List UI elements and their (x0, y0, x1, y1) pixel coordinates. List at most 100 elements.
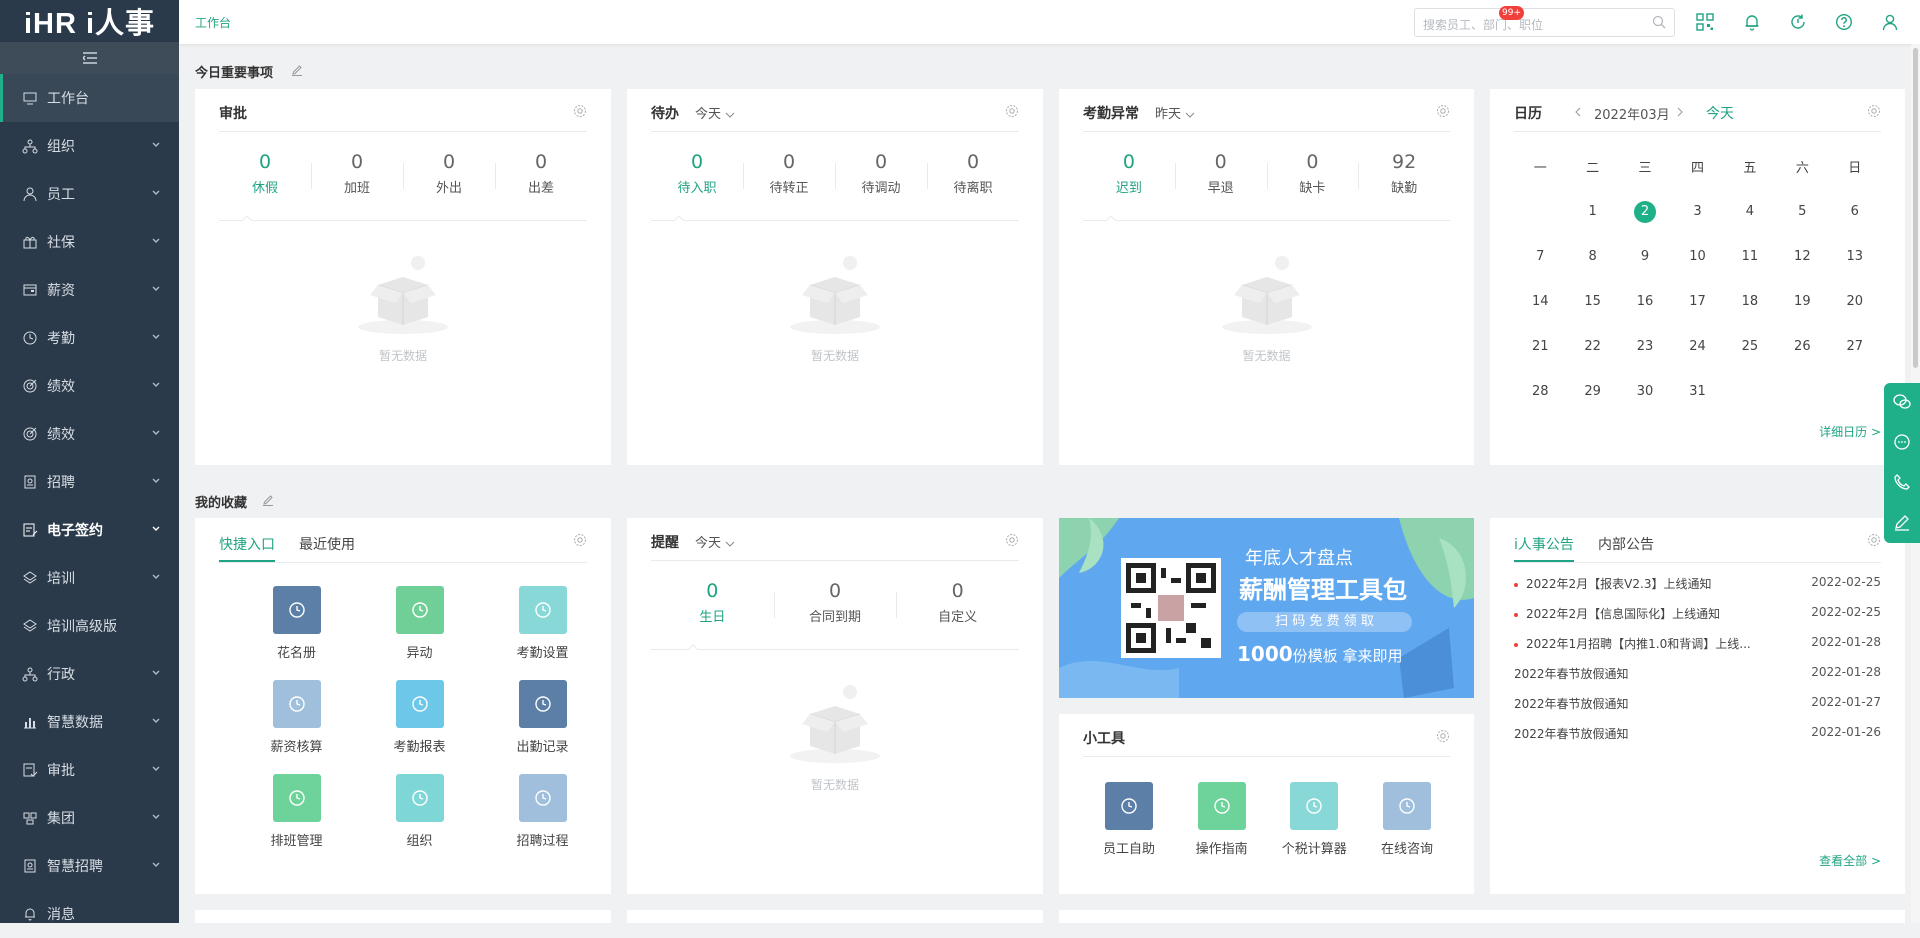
quick-entry-item[interactable]: 异动 (358, 586, 481, 661)
sidebar-item[interactable]: 招聘 (0, 458, 179, 506)
sidebar-item[interactable]: 工作台 (0, 74, 179, 122)
calendar-day[interactable]: 26 (1776, 339, 1828, 354)
calendar-day[interactable]: 8 (1566, 249, 1618, 264)
sidebar-item[interactable]: 审批 (0, 746, 179, 794)
calendar-day[interactable]: 12 (1776, 249, 1828, 264)
tab-recent[interactable]: 最近使用 (299, 534, 355, 554)
stat-item[interactable]: 0 自定义 (896, 580, 1019, 630)
notice-item[interactable]: 2022年春节放假通知 2022-01-27 (1514, 695, 1881, 715)
quick-entry-item[interactable]: 出勤记录 (481, 680, 604, 755)
calendar-day[interactable]: 6 (1829, 204, 1881, 219)
calendar-day[interactable]: 30 (1619, 384, 1671, 399)
tool-item[interactable]: 操作指南 (1176, 782, 1268, 857)
feedback-edit-icon[interactable] (1893, 513, 1911, 531)
sidebar-item[interactable]: 绩效 (0, 362, 179, 410)
sidebar-item[interactable]: 消息 (0, 890, 179, 938)
calendar-day[interactable]: 4 (1724, 204, 1776, 219)
gear-icon[interactable] (1436, 104, 1450, 118)
quick-entry-item[interactable]: 组织 (358, 774, 481, 849)
notice-item[interactable]: 2022年1月招聘【内推1.0和背调】上线... 2022-01-28 (1514, 635, 1881, 655)
sidebar-collapse-button[interactable] (0, 42, 179, 74)
stat-item[interactable]: 0 待入职 (651, 151, 743, 201)
calendar-day[interactable]: 22 (1566, 339, 1618, 354)
sidebar-item[interactable]: 行政 (0, 650, 179, 698)
tab-internal-notice[interactable]: 内部公告 (1598, 534, 1654, 554)
stat-item[interactable]: 0 待转正 (743, 151, 835, 201)
tab-quick-entry[interactable]: 快捷入口 (219, 534, 275, 554)
tool-item[interactable]: 个税计算器 (1268, 782, 1360, 857)
quick-entry-item[interactable]: 花名册 (235, 586, 358, 661)
tool-item[interactable]: 员工自助 (1083, 782, 1175, 857)
sidebar-item[interactable]: 智慧招聘 (0, 842, 179, 890)
stat-item[interactable]: 0 早退 (1174, 151, 1267, 201)
qrcode-icon[interactable] (1696, 13, 1714, 31)
gear-icon[interactable] (1867, 533, 1881, 547)
sidebar-item[interactable]: 薪资 (0, 266, 179, 314)
calendar-day[interactable]: 21 (1514, 339, 1566, 354)
tool-item[interactable]: 在线咨询 (1361, 782, 1453, 857)
phone-icon[interactable] (1893, 473, 1911, 491)
notice-item[interactable]: 2022年春节放假通知 2022-01-28 (1514, 665, 1881, 685)
gear-icon[interactable] (573, 533, 587, 547)
calendar-day[interactable]: 25 (1724, 339, 1776, 354)
notice-item[interactable]: 2022年春节放假通知 2022-01-26 (1514, 725, 1881, 745)
attendance-range-dropdown[interactable]: 昨天 (1155, 103, 1195, 122)
gear-icon[interactable] (1005, 533, 1019, 547)
stat-item[interactable]: 0 迟到 (1083, 151, 1175, 201)
chat-icon[interactable] (1893, 433, 1911, 451)
stat-item[interactable]: 0 生日 (651, 580, 774, 630)
calendar-day[interactable]: 14 (1514, 294, 1566, 309)
calendar-day[interactable]: 9 (1619, 249, 1671, 264)
promo-banner[interactable]: 年底人才盘点 薪酬管理工具包 扫 码 免 费 领 取 1000份模板 拿来即用 (1059, 518, 1474, 698)
stat-item[interactable]: 0 外出 (403, 151, 495, 201)
scrollbar-thumb[interactable] (1913, 48, 1918, 368)
sidebar-item[interactable]: 培训高级版 (0, 602, 179, 650)
calendar-day[interactable]: 28 (1514, 384, 1566, 399)
quick-entry-item[interactable]: 薪资核算 (235, 680, 358, 755)
view-all-link[interactable]: 查看全部 > (1819, 852, 1881, 869)
gear-icon[interactable] (573, 104, 587, 118)
calendar-day[interactable]: 16 (1619, 294, 1671, 309)
sidebar-item[interactable]: 社保 (0, 218, 179, 266)
calendar-day[interactable]: 31 (1671, 384, 1723, 399)
calendar-day[interactable]: 2 (1619, 200, 1671, 223)
quick-entry-item[interactable]: 排班管理 (235, 774, 358, 849)
reminder-range-dropdown[interactable]: 今天 (695, 532, 735, 551)
edit-icon[interactable] (291, 64, 303, 76)
quick-entry-item[interactable]: 考勤报表 (358, 680, 481, 755)
gear-icon[interactable] (1436, 729, 1450, 743)
sidebar-item[interactable]: 培训 (0, 554, 179, 602)
calendar-day[interactable]: 7 (1514, 249, 1566, 264)
calendar-day[interactable]: 23 (1619, 339, 1671, 354)
stat-item[interactable]: 0 待调动 (835, 151, 927, 201)
calendar-day[interactable]: 19 (1776, 294, 1828, 309)
calendar-day[interactable]: 27 (1829, 339, 1881, 354)
search-input[interactable]: 搜索员工、部门、职位 (1414, 8, 1675, 37)
calendar-day[interactable]: 24 (1671, 339, 1723, 354)
calendar-day[interactable]: 1 (1566, 204, 1618, 219)
todo-range-dropdown[interactable]: 今天 (695, 103, 735, 122)
sidebar-item[interactable]: 绩效 (0, 410, 179, 458)
stat-item[interactable]: 0 合同到期 (773, 580, 897, 630)
stat-item[interactable]: 0 休假 (219, 151, 311, 201)
calendar-day[interactable]: 3 (1671, 204, 1723, 219)
calendar-day[interactable]: 17 (1671, 294, 1723, 309)
user-profile-icon[interactable] (1881, 13, 1899, 31)
chevron-left-icon[interactable] (1574, 107, 1582, 117)
sidebar-item[interactable]: 电子签约 (0, 506, 179, 554)
sidebar-item[interactable]: 智慧数据 (0, 698, 179, 746)
calendar-day[interactable]: 18 (1724, 294, 1776, 309)
chevron-right-icon[interactable] (1676, 107, 1684, 117)
quick-entry-item[interactable]: 考勤设置 (481, 586, 604, 661)
calendar-detail-link[interactable]: 详细日历 > (1819, 423, 1881, 440)
notice-item[interactable]: 2022年2月【信息国际化】上线通知 2022-02-25 (1514, 605, 1881, 625)
calendar-today-button[interactable]: 今天 (1706, 103, 1734, 123)
sidebar-item[interactable]: 组织 (0, 122, 179, 170)
calendar-day[interactable]: 29 (1566, 384, 1618, 399)
help-icon[interactable] (1835, 13, 1853, 31)
sidebar-item[interactable]: 集团 (0, 794, 179, 842)
stat-item[interactable]: 0 待离职 (927, 151, 1019, 201)
tab-ihr-notice[interactable]: i人事公告 (1514, 534, 1574, 554)
gear-icon[interactable] (1867, 104, 1881, 118)
stat-item[interactable]: 0 加班 (311, 151, 403, 201)
